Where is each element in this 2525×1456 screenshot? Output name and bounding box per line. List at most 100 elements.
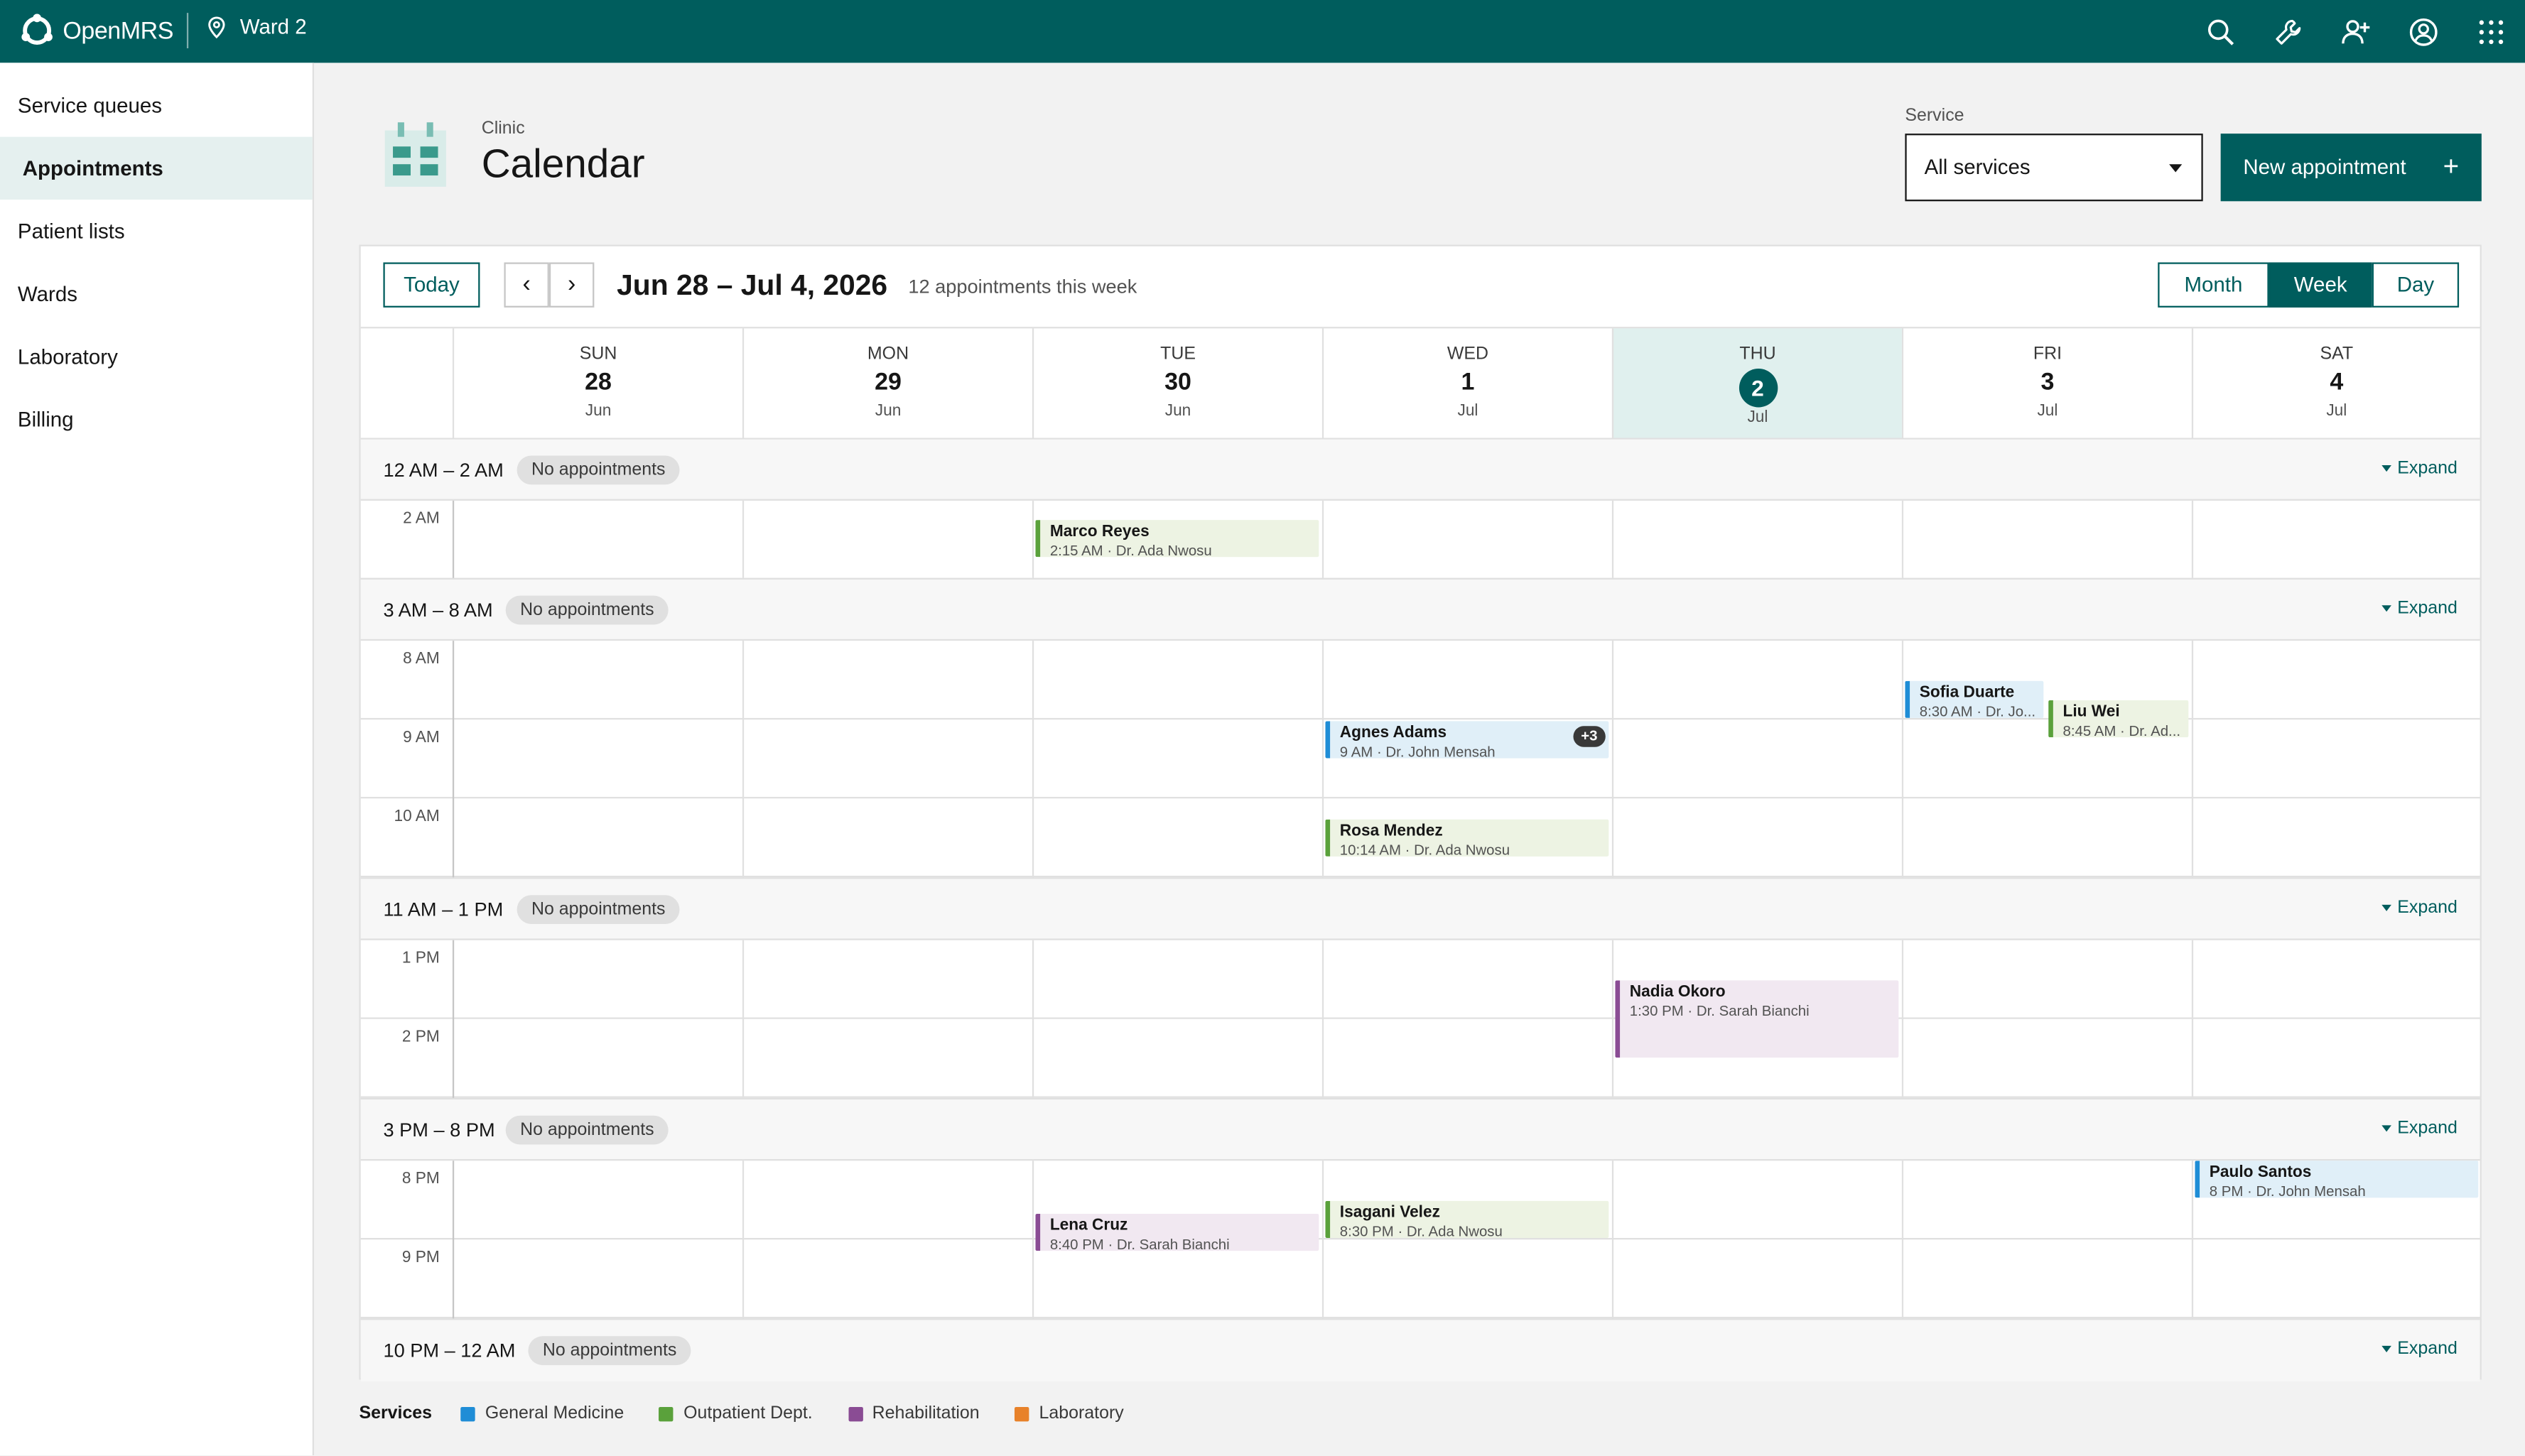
add-user-icon [2342, 19, 2370, 43]
today-badge: 2 [1738, 369, 1778, 408]
day-number: 28 [585, 369, 612, 396]
new-appointment-label: New appointment [2243, 154, 2406, 179]
sidebar-item-patient-lists[interactable]: Patient lists [0, 200, 313, 262]
new-appointment-button[interactable]: New appointment + [2220, 134, 2482, 202]
appointment-rosa-mendez[interactable]: Rosa Mendez 10:14 AM · Dr. Ada Nwosu [1325, 819, 1609, 857]
appointment-detail: 1:30 PM · Dr. Sarah Bianchi [1629, 1003, 1810, 1019]
day-month: Jun [1164, 402, 1191, 420]
calendar-illustration-icon [384, 122, 446, 187]
appointment-liu-wei[interactable]: Liu Wei 8:45 AM · Dr. Ad... [2048, 700, 2189, 738]
day-header-fri[interactable]: FRI 3 Jul [1901, 328, 2192, 438]
calendar-toolbar: Today ‹ › Jun 28 – Jul 4, 2026 12 appoin… [360, 246, 2480, 329]
hour-row[interactable]: 2 PM [360, 1019, 2480, 1098]
day-name: SUN [579, 344, 617, 364]
app-switcher-icon [2479, 19, 2504, 43]
day-header-sun[interactable]: SUN 28 Jun [452, 328, 742, 438]
legend-label: Laboratory [1039, 1403, 1124, 1423]
sidebar-item-laboratory[interactable]: Laboratory [0, 325, 313, 388]
location-selector[interactable]: Ward 2 [207, 14, 307, 38]
day-month: Jul [1747, 408, 1768, 427]
appointment-marco-reyes[interactable]: Marco Reyes 2:15 AM · Dr. Ada Nwosu [1035, 520, 1319, 558]
view-switcher: Month Week Day [2158, 262, 2460, 308]
search-button[interactable] [2187, 0, 2254, 63]
calendar-card: Today ‹ › Jun 28 – Jul 4, 2026 12 appoin… [359, 244, 2482, 1381]
more-appointments-badge[interactable]: +3 [1572, 726, 1606, 747]
expand-button[interactable]: Expand [2381, 599, 2458, 618]
appointment-isagani-velez[interactable]: Isagani Velez 8:30 PM · Dr. Ada Nwosu [1325, 1200, 1609, 1239]
sidebar-item-service-queues[interactable]: Service queues [0, 74, 313, 136]
view-month-button[interactable]: Month [2158, 262, 2269, 308]
system-administration-button[interactable] [2254, 0, 2322, 63]
appointment-detail: 8:45 AM · Dr. Ad... [2062, 722, 2181, 738]
expand-button[interactable]: Expand [2381, 459, 2458, 478]
day-number: 30 [1164, 369, 1191, 396]
view-day-button[interactable]: Day [2372, 262, 2460, 308]
expand-label: Expand [2397, 1339, 2458, 1359]
day-month: Jun [875, 402, 902, 420]
caret-down-icon [2381, 465, 2391, 472]
band-range: 10 PM – 12 AM [383, 1339, 516, 1362]
sidebar-item-wards[interactable]: Wards [0, 262, 313, 325]
expand-button[interactable]: Expand [2381, 1119, 2458, 1138]
appointment-patient: Agnes Adams [1339, 724, 1447, 742]
brand[interactable]: OpenMRS [19, 13, 173, 48]
sidebar-item-billing[interactable]: Billing [0, 388, 313, 450]
expand-button[interactable]: Expand [2381, 898, 2458, 918]
collapsed-hour-band: 11 AM – 1 PM No appointments Expand [360, 879, 2480, 940]
sidebar-item-appointments[interactable]: Appointments [0, 136, 313, 200]
user-menu-button[interactable] [2390, 0, 2458, 63]
service-filter-dropdown[interactable]: All services [1905, 134, 2203, 202]
appointment-count: 12 appointments this week [908, 275, 1137, 298]
app-root: OpenMRS Ward 2 Service queues Appointmen… [0, 0, 2525, 1456]
band-range: 11 AM – 1 PM [383, 898, 504, 921]
hour-grid: 1 PM 2 PM Nadia Okoro 1:30 PM · Dr. Sara… [360, 940, 2480, 1100]
view-week-button[interactable]: Week [2269, 262, 2372, 308]
today-button[interactable]: Today [383, 262, 480, 308]
appointment-lena-cruz[interactable]: Lena Cruz 8:40 PM · Dr. Sarah Bianchi [1035, 1214, 1319, 1251]
band-range: 3 AM – 8 AM [383, 599, 493, 621]
next-week-button[interactable]: › [548, 262, 595, 308]
appointment-detail: 2:15 AM · Dr. Ada Nwosu [1049, 542, 1212, 558]
caret-down-icon [2381, 1125, 2391, 1132]
caret-down-icon [2381, 905, 2391, 912]
page-kicker: Clinic [481, 119, 525, 138]
hour-label: 2 AM [403, 510, 440, 528]
appointment-detail: 8 PM · Dr. John Mensah [2209, 1183, 2366, 1198]
collapsed-hour-band: 3 PM – 8 PM No appointments Expand [360, 1099, 2480, 1161]
previous-week-button[interactable]: ‹ [504, 262, 549, 308]
page-title: Calendar [481, 141, 645, 187]
add-patient-button[interactable] [2322, 0, 2389, 63]
legend-swatch [659, 1406, 674, 1421]
day-header-tue[interactable]: TUE 30 Jun [1032, 328, 1322, 438]
day-header-thu-today[interactable]: THU 2 Jul [1611, 328, 1902, 438]
appointment-sofia-duarte[interactable]: Sofia Duarte 8:30 AM · Dr. Jo... [1905, 680, 2044, 718]
appointment-agnes-adams[interactable]: Agnes Adams 9 AM · Dr. John Mensah +3 [1325, 721, 1609, 759]
hour-grid: 8 PM 9 PM Paulo Santos 8 PM · Dr. John M… [360, 1161, 2480, 1320]
day-month: Jul [2037, 402, 2058, 420]
hour-row[interactable]: 1 PM [360, 940, 2480, 1019]
day-name: TUE [1160, 344, 1196, 364]
day-month: Jul [1457, 402, 1478, 420]
date-range-title: Jun 28 – Jul 4, 2026 [617, 268, 888, 301]
hour-row[interactable]: 2 AM [360, 501, 2480, 580]
collapsed-hour-band: 12 AM – 2 AM No appointments Expand [360, 439, 2480, 501]
location-pin-icon [208, 16, 225, 38]
legend-title: Services [359, 1403, 433, 1423]
left-navigation: Service queues Appointments Patient list… [0, 63, 314, 1456]
day-number: 29 [875, 369, 902, 396]
no-appointments-pill: No appointments [528, 1336, 691, 1366]
day-header-wed[interactable]: WED 1 Jul [1321, 328, 1612, 438]
hour-row[interactable]: 9 PM [360, 1239, 2480, 1319]
expand-button[interactable]: Expand [2381, 1340, 2458, 1359]
service-filter-label: Service [1905, 106, 1964, 126]
expand-label: Expand [2397, 599, 2458, 619]
band-range: 3 PM – 8 PM [383, 1119, 495, 1142]
hour-grid: 2 AM Marco Reyes 2:15 AM · Dr. Ada Nwosu [360, 500, 2480, 580]
app-switcher-button[interactable] [2458, 0, 2525, 63]
appointment-nadia-okoro[interactable]: Nadia Okoro 1:30 PM · Dr. Sarah Bianchi [1615, 980, 1899, 1058]
appointment-paulo-santos[interactable]: Paulo Santos 8 PM · Dr. John Mensah [2195, 1161, 2479, 1198]
day-header-mon[interactable]: MON 29 Jun [742, 328, 1032, 438]
day-number: 4 [2330, 369, 2344, 396]
top-navigation-bar: OpenMRS Ward 2 [0, 0, 2525, 63]
day-header-sat[interactable]: SAT 4 Jul [2191, 328, 2480, 438]
